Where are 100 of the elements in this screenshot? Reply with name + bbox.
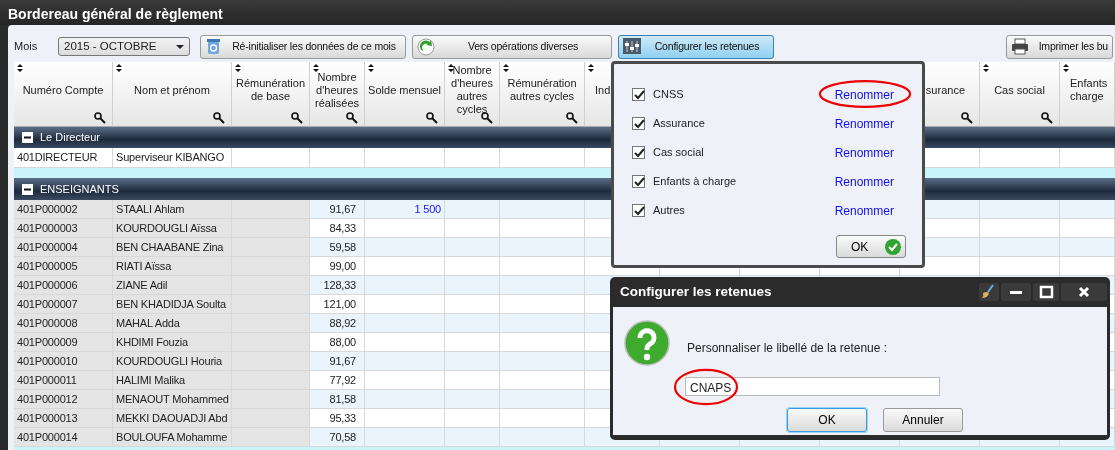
table-cell: 77,92 bbox=[310, 371, 365, 390]
sort-icon bbox=[115, 64, 123, 72]
table-cell: 401P000010 bbox=[14, 352, 113, 371]
rename-link[interactable]: Renommer bbox=[834, 174, 894, 189]
table-cell bbox=[1060, 219, 1115, 238]
table-cell: 1 500 bbox=[365, 200, 445, 219]
rename-link[interactable]: Renommer bbox=[834, 116, 894, 131]
minimize-icon[interactable] bbox=[1001, 283, 1031, 301]
check-icon bbox=[633, 176, 646, 187]
caret-icon bbox=[176, 44, 184, 49]
table-cell: 401P000009 bbox=[14, 333, 113, 352]
checkbox[interactable] bbox=[632, 204, 645, 217]
table-cell: 401P000012 bbox=[14, 390, 113, 409]
toolbar-button[interactable]: Imprimer les bu bbox=[1005, 34, 1113, 59]
checkbox-label: Assurance bbox=[653, 116, 705, 132]
table-cell bbox=[1060, 148, 1115, 168]
table-cell: MENAOUT Mohammed bbox=[113, 390, 232, 409]
column-header[interactable]: Nombre d'heures réalisées bbox=[310, 62, 365, 127]
collapse-icon[interactable] bbox=[22, 132, 33, 143]
text-field[interactable]: CNAPS bbox=[685, 377, 940, 396]
maximize-icon[interactable] bbox=[1033, 283, 1059, 301]
sort-icon bbox=[312, 64, 320, 72]
table-cell: 401P000005 bbox=[14, 257, 113, 276]
table-cell: 88,00 bbox=[310, 333, 365, 352]
table-cell: 91,67 bbox=[310, 352, 365, 371]
table-cell bbox=[445, 390, 500, 409]
table-cell bbox=[445, 219, 500, 238]
table-cell bbox=[445, 295, 500, 314]
collapse-icon[interactable] bbox=[22, 183, 33, 195]
dialog-button[interactable]: Annuler bbox=[883, 408, 963, 432]
month-dropdown[interactable]: 2015 - OCTOBRE bbox=[58, 37, 190, 56]
checkbox[interactable] bbox=[632, 117, 645, 130]
magnifier-icon bbox=[213, 112, 225, 124]
field-label: Mois bbox=[14, 39, 39, 55]
group-label: Le Directeur bbox=[40, 130, 100, 146]
table-cell bbox=[310, 148, 365, 168]
bin-icon bbox=[205, 37, 223, 56]
dialog-message: Personnaliser le libellé de la retenue : bbox=[687, 340, 888, 357]
column-header[interactable]: Nombre d'heures autres cycles bbox=[445, 62, 500, 127]
column-header[interactable]: Rémunération autres cycles bbox=[500, 62, 585, 127]
magnifier-icon bbox=[426, 112, 438, 124]
check-icon bbox=[633, 89, 646, 100]
table-cell: STAALI Ahlam bbox=[113, 200, 232, 219]
checkbox-label: Cas social bbox=[653, 145, 704, 161]
table-cell bbox=[445, 276, 500, 295]
table-cell bbox=[445, 371, 500, 390]
check-circle-icon bbox=[885, 238, 901, 255]
table-cell: 401P000011 bbox=[14, 371, 113, 390]
checkbox-label: Enfants à charge bbox=[653, 174, 737, 190]
toolbar-button[interactable]: Configurer les retenues bbox=[618, 34, 774, 59]
table-cell: 84,33 bbox=[310, 219, 365, 238]
sort-icon bbox=[587, 64, 595, 72]
table-cell: 91,67 bbox=[310, 200, 365, 219]
column-header[interactable]: Solde mensuel bbox=[365, 62, 445, 127]
table-cell: 99,00 bbox=[310, 257, 365, 276]
table-cell: KHDIMI Fouzia bbox=[113, 333, 232, 352]
table-cell: 121,00 bbox=[310, 295, 365, 314]
table-cell bbox=[1060, 200, 1115, 219]
group-label: ENSEIGNANTS bbox=[40, 181, 119, 197]
rename-link[interactable]: Renommer bbox=[834, 203, 894, 218]
column-header[interactable]: Enfants charge bbox=[1060, 62, 1115, 127]
table-cell: 88,92 bbox=[310, 314, 365, 333]
close-icon[interactable] bbox=[1061, 283, 1107, 301]
checkbox[interactable] bbox=[632, 146, 645, 159]
column-header[interactable]: Rémunération de base bbox=[232, 62, 310, 127]
table-cell: Superviseur KIBANGO bbox=[113, 148, 232, 168]
table-cell bbox=[445, 238, 500, 257]
table-cell: 401P000002 bbox=[14, 200, 113, 219]
table-cell bbox=[445, 200, 500, 219]
dialog-button[interactable]: OK bbox=[787, 408, 867, 432]
table-cell: RIATI Aïssa bbox=[113, 257, 232, 276]
sort-icon bbox=[447, 64, 455, 72]
table-cell bbox=[445, 409, 500, 428]
toolbar-button[interactable]: Ré-initialiser les données de ce mois bbox=[200, 34, 406, 59]
table-cell: 95,33 bbox=[310, 409, 365, 428]
magnifier-icon bbox=[566, 112, 578, 124]
table-cell: BEN KHADIDJA Soulta bbox=[113, 295, 232, 314]
table-cell: 59,58 bbox=[310, 238, 365, 257]
table-cell: 128,33 bbox=[310, 276, 365, 295]
checkbox[interactable] bbox=[632, 88, 645, 101]
sort-icon bbox=[234, 64, 242, 72]
table-cell: HALIMI Malika bbox=[113, 371, 232, 390]
ok-button[interactable]: OK bbox=[836, 235, 906, 258]
column-header[interactable]: Cas social bbox=[980, 62, 1060, 127]
magnifier-icon bbox=[1041, 112, 1053, 124]
rename-link[interactable]: Renommer bbox=[834, 145, 894, 160]
toolbar-button[interactable]: Vers opérations diverses bbox=[412, 34, 612, 59]
table-cell bbox=[445, 352, 500, 371]
table-cell: 401P000013 bbox=[14, 409, 113, 428]
checkbox[interactable] bbox=[632, 175, 645, 188]
brush-icon[interactable] bbox=[979, 283, 999, 301]
sliders-icon bbox=[623, 37, 641, 56]
printer-icon bbox=[1010, 37, 1029, 56]
dialog-title: Configurer les retenues bbox=[620, 282, 772, 301]
table-cell bbox=[445, 257, 500, 276]
column-header[interactable]: Numéro Compte bbox=[14, 62, 113, 127]
magnifier-icon bbox=[291, 112, 303, 124]
question-icon bbox=[623, 319, 671, 367]
checkbox-label: CNSS bbox=[653, 87, 684, 103]
column-header[interactable]: Nom et prénom bbox=[113, 62, 232, 127]
